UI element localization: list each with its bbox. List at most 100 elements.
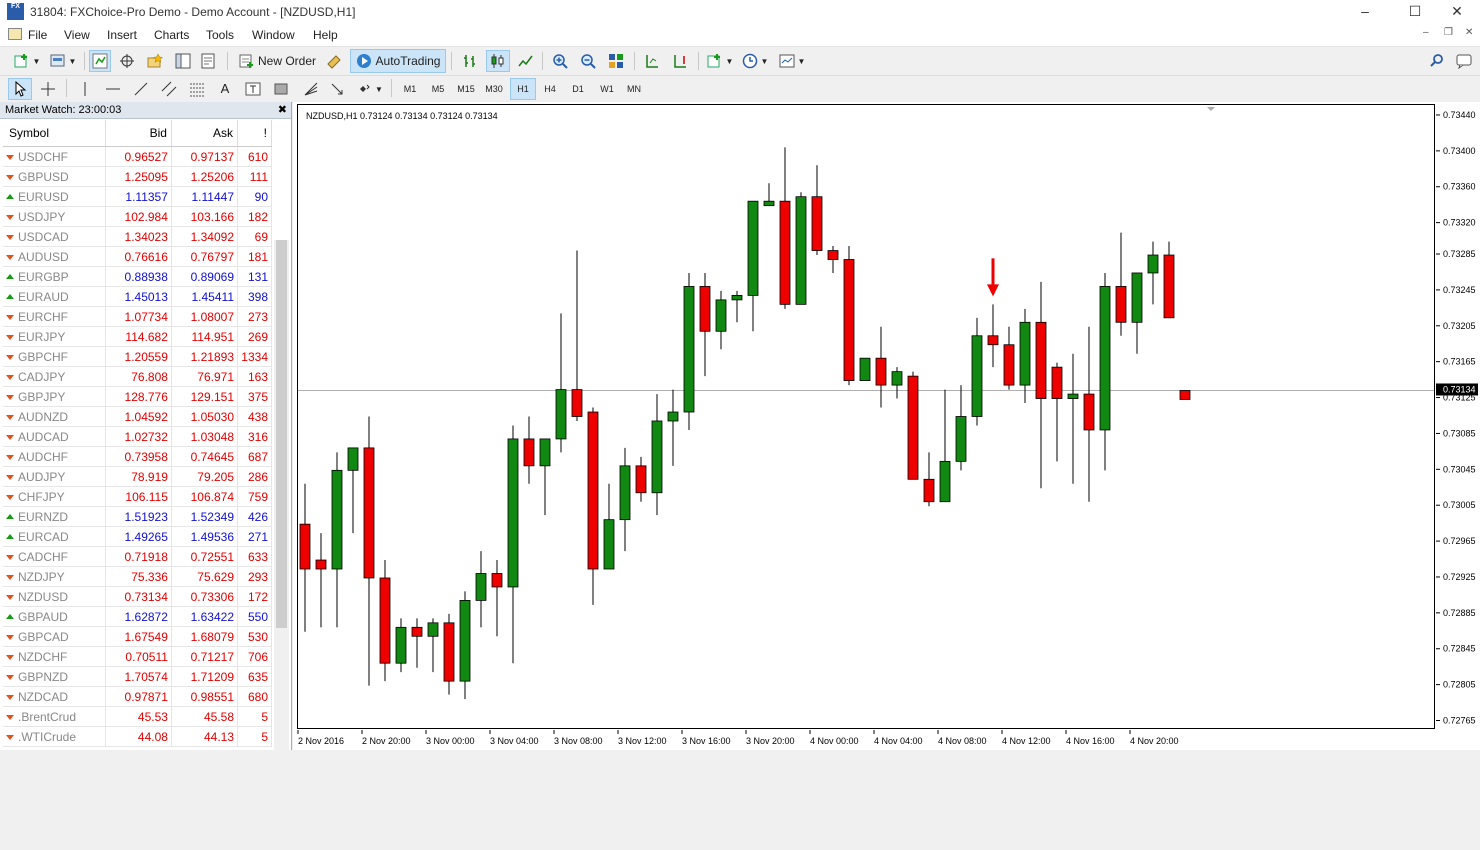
bid-cell: 0.96527	[105, 146, 172, 167]
market-watch-row[interactable]: GBPCHF 1.20559 1.21893 1334	[3, 346, 272, 367]
market-watch-button[interactable]	[89, 50, 111, 72]
menu-tools[interactable]: Tools	[206, 28, 234, 42]
zoom-out-button[interactable]	[576, 50, 600, 72]
market-watch-row[interactable]: EURUSD 1.11357 1.11447 90	[3, 186, 272, 207]
maximize-icon[interactable]: ☐	[1392, 0, 1438, 24]
arrows-button[interactable]	[326, 78, 348, 100]
market-watch-scrollbar[interactable]	[274, 240, 289, 850]
menu-file[interactable]: File	[8, 28, 47, 42]
market-watch-row[interactable]: NZDCAD 0.97871 0.98551 680	[3, 686, 272, 707]
close-icon[interactable]: ✕	[1434, 0, 1480, 24]
market-watch-row[interactable]: CADCHF 0.71918 0.72551 633	[3, 546, 272, 567]
market-watch-row[interactable]: AUDJPY 78.919 79.205 286	[3, 466, 272, 487]
timeframe-w1[interactable]: W1	[594, 78, 620, 100]
market-watch-row[interactable]: EURGBP 0.88938 0.89069 131	[3, 266, 272, 287]
market-watch-row[interactable]: CADJPY 76.808 76.971 163	[3, 366, 272, 387]
new-order-button[interactable]: New Order	[234, 50, 320, 72]
symbol-name: USDCHF	[18, 149, 68, 164]
timeframe-h1[interactable]: H1	[510, 78, 536, 100]
chat-button[interactable]	[1453, 50, 1475, 72]
search-button[interactable]	[1426, 50, 1448, 72]
column-header-bid[interactable]: Bid	[105, 120, 172, 147]
horizontal-line-button[interactable]	[101, 78, 125, 100]
fibonacci-button[interactable]	[185, 78, 209, 100]
cursor-button[interactable]	[8, 78, 32, 100]
minimize-icon[interactable]: –	[1342, 0, 1388, 24]
market-watch-row[interactable]: EURJPY 114.682 114.951 269	[3, 326, 272, 347]
timeframe-mn[interactable]: MN	[621, 78, 647, 100]
vertical-line-button[interactable]	[73, 78, 97, 100]
tile-windows-button[interactable]	[604, 50, 628, 72]
mdi-restore-icon[interactable]: ❐	[1444, 27, 1453, 38]
market-watch-row[interactable]: .WTICrude 44.08 44.13 5	[3, 726, 272, 747]
templates-button[interactable]: ▼	[775, 50, 809, 72]
market-watch-row[interactable]: AUDUSD 0.76616 0.76797 181	[3, 246, 272, 267]
timeframe-d1[interactable]: D1	[565, 78, 591, 100]
market-watch-row[interactable]: GBPNZD 1.70574 1.71209 635	[3, 666, 272, 687]
zoom-in-button[interactable]	[548, 50, 572, 72]
market-watch-scroll-thumb[interactable]	[276, 240, 287, 628]
timeframe-m1[interactable]: M1	[397, 78, 423, 100]
market-watch-row[interactable]: EURNZD 1.51923 1.52349 426	[3, 506, 272, 527]
market-watch-row[interactable]: GBPUSD 1.25095 1.25206 111	[3, 166, 272, 187]
timeframe-m30[interactable]: M30	[481, 78, 507, 100]
crosshair-button[interactable]	[36, 78, 60, 100]
channel-button[interactable]	[157, 78, 181, 100]
market-watch-row[interactable]: NZDUSD 0.73134 0.73306 172	[3, 586, 272, 607]
market-watch-row[interactable]: CHFJPY 106.115 106.874 759	[3, 486, 272, 507]
auto-scroll-button[interactable]	[668, 50, 692, 72]
mdi-minimize-icon[interactable]: –	[1423, 27, 1429, 38]
menu-charts[interactable]: Charts	[154, 28, 189, 42]
market-watch-row[interactable]: .BrentCrud 45.53 45.58 5	[3, 706, 272, 727]
market-watch-row[interactable]: NZDJPY 75.336 75.629 293	[3, 566, 272, 587]
market-watch-row[interactable]: EURAUD 1.45013 1.45411 398	[3, 286, 272, 307]
shapes-dropdown-button[interactable]: ▼	[354, 78, 386, 100]
market-watch-row[interactable]: AUDCHF 0.73958 0.74645 687	[3, 446, 272, 467]
market-watch-row[interactable]: AUDNZD 1.04592 1.05030 438	[3, 406, 272, 427]
profiles-button[interactable]: ▼	[46, 50, 80, 72]
navigator-button[interactable]	[144, 50, 166, 72]
market-watch-row[interactable]: EURCAD 1.49265 1.49536 271	[3, 526, 272, 547]
timeframe-m15[interactable]: M15	[453, 78, 479, 100]
rectangle-button[interactable]	[269, 78, 293, 100]
auto-trading-button[interactable]: AutoTrading	[350, 49, 446, 73]
line-chart-button[interactable]	[514, 50, 538, 72]
periods-button[interactable]: ▼	[739, 50, 771, 72]
column-header-ask[interactable]: Ask	[171, 120, 239, 147]
terminal-button[interactable]	[172, 50, 194, 72]
market-watch-row[interactable]: GBPAUD 1.62872 1.63422 550	[3, 606, 272, 627]
trendline-button[interactable]	[129, 78, 153, 100]
expert-editor-button[interactable]	[322, 50, 346, 72]
market-watch-row[interactable]: USDCHF 0.96527 0.97137 610	[3, 146, 272, 167]
candlestick-button[interactable]	[486, 50, 510, 72]
market-watch-row[interactable]: NZDCHF 0.70511 0.71217 706	[3, 646, 272, 667]
data-window-button[interactable]	[116, 50, 138, 72]
text-label-button[interactable]	[241, 78, 265, 100]
column-header-spread[interactable]: !	[237, 120, 272, 147]
menu-help[interactable]: Help	[313, 28, 338, 42]
bid-cell: 0.76616	[105, 246, 172, 267]
indicators-button[interactable]: ▼	[703, 50, 737, 72]
timeframe-h4[interactable]: H4	[537, 78, 563, 100]
menu-view[interactable]: View	[64, 28, 90, 42]
gann-button[interactable]	[298, 78, 324, 100]
market-watch-row[interactable]: GBPCAD 1.67549 1.68079 530	[3, 626, 272, 647]
market-watch-row[interactable]: GBPJPY 128.776 129.151 375	[3, 386, 272, 407]
market-watch-row[interactable]: USDCAD 1.34023 1.34092 69	[3, 226, 272, 247]
mdi-close-icon[interactable]: ✕	[1465, 27, 1473, 38]
text-button[interactable]: A	[213, 78, 237, 100]
market-watch-row[interactable]: EURCHF 1.07734 1.08007 273	[3, 306, 272, 327]
new-chart-button[interactable]: ▼	[6, 50, 48, 72]
market-watch-row[interactable]: AUDCAD 1.02732 1.03048 316	[3, 426, 272, 447]
menu-window[interactable]: Window	[252, 28, 295, 42]
market-watch-close-icon[interactable]: ✖	[278, 102, 287, 118]
timeframe-m5[interactable]: M5	[425, 78, 451, 100]
chart-shift-button[interactable]	[640, 50, 664, 72]
candle-body	[987, 335, 999, 346]
market-watch-row[interactable]: USDJPY 102.984 103.166 182	[3, 206, 272, 227]
menu-insert[interactable]: Insert	[107, 28, 137, 42]
strategy-tester-button[interactable]	[198, 50, 220, 72]
bar-chart-button[interactable]	[458, 50, 482, 72]
column-header-symbol[interactable]: Symbol	[3, 120, 106, 147]
chart-plot-area[interactable]: NZDUSD,H1 0.73124 0.73134 0.73124 0.7313…	[297, 104, 1435, 729]
